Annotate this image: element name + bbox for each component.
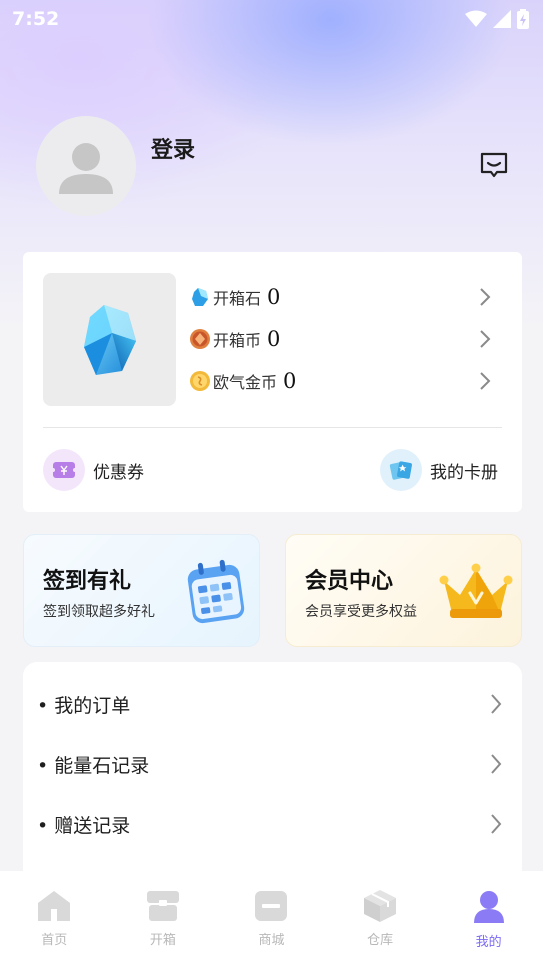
chevron-right-icon <box>491 814 502 834</box>
menu-item-label: • 我的订单 <box>37 694 131 717</box>
battery-icon <box>517 9 529 29</box>
divider <box>43 427 502 428</box>
status-icons <box>465 9 529 29</box>
crystal-icon <box>189 286 211 308</box>
currency-name: 开箱石 <box>213 289 262 308</box>
promo-subtitle: 签到领取超多好礼 <box>43 604 155 620</box>
chevron-right-icon <box>491 754 502 774</box>
wallet-card: 开箱石 0 开箱币 0 欧气金币 0 优惠券 我的卡册 <box>23 252 522 512</box>
gold-coin-icon <box>189 370 211 392</box>
status-bar: 7:52 <box>0 0 543 38</box>
promo-title: 签到有礼 <box>43 569 132 594</box>
copper-coin-icon <box>189 328 211 350</box>
menu-item-energy-stone-records[interactable]: • 能量石记录 <box>23 734 522 794</box>
chevron-right-icon <box>480 330 491 348</box>
currency-row-crystal[interactable]: 开箱石 0 <box>189 281 499 313</box>
card-album-link[interactable]: 我的卡册 <box>380 448 498 492</box>
menu-card: • 我的订单 • 能量石记录 • 赠送记录 <box>23 662 522 892</box>
tab-home[interactable]: 首页 <box>0 871 108 965</box>
chevron-right-icon <box>491 694 502 714</box>
menu-item-orders[interactable]: • 我的订单 <box>23 674 522 734</box>
wifi-icon <box>465 10 487 27</box>
currency-row-gold-coin[interactable]: 欧气金币 0 <box>189 365 499 397</box>
tab-warehouse[interactable]: 仓库 <box>326 871 434 965</box>
tab-shop[interactable]: 商城 <box>217 871 325 965</box>
crown-icon <box>439 563 513 618</box>
menu-item-label: • 赠送记录 <box>37 814 131 837</box>
currency-name: 欧气金币 <box>213 373 278 392</box>
tab-label: 首页 <box>41 933 68 948</box>
warehouse-icon <box>364 890 397 922</box>
currency-value: 0 <box>283 369 297 393</box>
profile-icon <box>473 891 504 923</box>
currency-name: 开箱币 <box>213 331 262 350</box>
checkin-promo-card[interactable]: 签到有礼 签到领取超多好礼 <box>23 534 260 647</box>
card-album-icon <box>380 449 422 491</box>
tab-label: 开箱 <box>149 933 176 948</box>
login-button[interactable]: 登录 <box>151 132 195 164</box>
chevron-right-icon <box>480 288 491 306</box>
tab-mine[interactable]: 我的 <box>435 871 543 965</box>
big-crystal-icon <box>83 304 136 375</box>
message-icon[interactable] <box>478 150 510 182</box>
status-time: 7:52 <box>12 8 60 30</box>
tab-label: 商城 <box>258 933 285 948</box>
card-album-label: 我的卡册 <box>430 462 498 483</box>
promo-subtitle: 会员享受更多权益 <box>305 604 417 620</box>
box-icon <box>146 891 179 921</box>
menu-item-label: • 能量石记录 <box>37 754 150 777</box>
avatar[interactable] <box>36 116 136 216</box>
currency-value: 0 <box>267 285 281 309</box>
chevron-right-icon <box>480 372 491 390</box>
menu-item-gift-records[interactable]: • 赠送记录 <box>23 794 522 854</box>
calendar-icon <box>187 559 245 624</box>
shop-icon <box>255 891 288 921</box>
crystal-display <box>43 273 176 406</box>
default-user-icon <box>59 143 113 194</box>
tab-label: 仓库 <box>367 933 394 948</box>
tab-label: 我的 <box>475 935 502 950</box>
signal-icon <box>493 10 511 28</box>
bottom-tab-bar: 首页 开箱 商城 仓库 我的 <box>0 871 543 965</box>
member-center-promo-card[interactable]: 会员中心 会员享受更多权益 <box>285 534 522 647</box>
coupon-label: 优惠券 <box>93 462 144 483</box>
coupon-icon <box>43 449 85 491</box>
currency-value: 0 <box>267 327 281 351</box>
currency-row-copper-coin[interactable]: 开箱币 0 <box>189 323 499 355</box>
promo-title: 会员中心 <box>305 569 394 594</box>
tab-open-box[interactable]: 开箱 <box>109 871 217 965</box>
home-icon <box>38 891 71 921</box>
coupon-link[interactable]: 优惠券 <box>43 448 144 492</box>
